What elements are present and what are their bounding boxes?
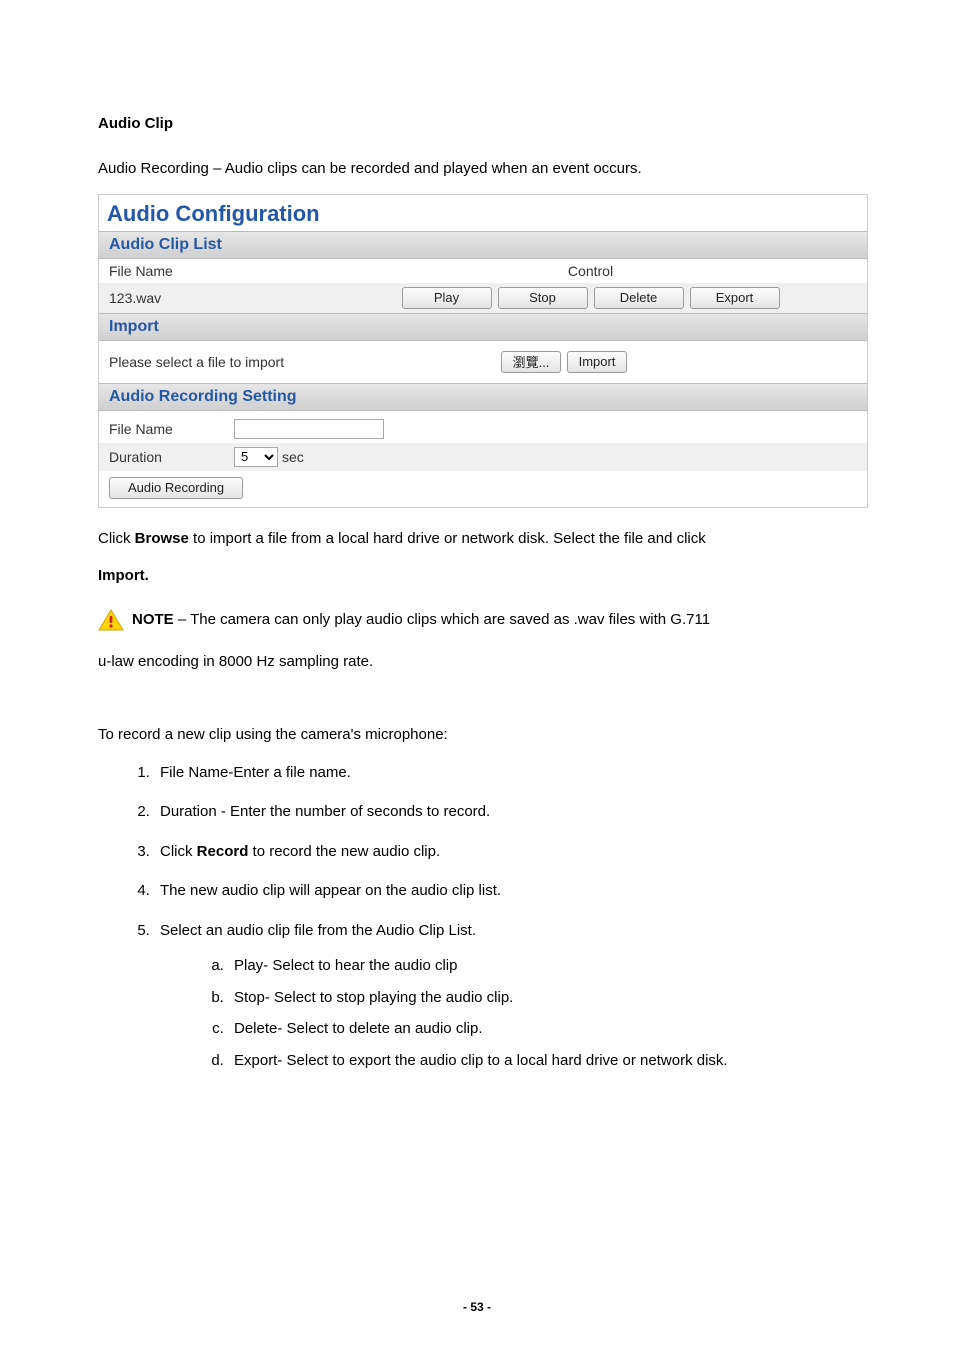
note-label: NOTE [132,611,174,628]
sub-instruction-list: Play- Select to hear the audio clip Stop… [228,953,856,1073]
import-button[interactable]: Import [567,351,627,373]
import-label: Please select a file to import [109,354,419,370]
record-button-row: Audio Recording [99,471,867,507]
recording-filename-input[interactable] [234,419,384,439]
column-filename-header: File Name [109,263,324,279]
bold-record: Record [197,843,249,860]
list-item: File Name-Enter a file name. [154,760,856,786]
column-control-header: Control [324,263,857,279]
record-instructions-intro: To record a new clip using the camera's … [98,722,856,748]
delete-button[interactable]: Delete [594,287,684,309]
section-audio-recording: Audio Recording Setting [99,383,867,411]
text: – The camera can only play audio clips w… [174,611,710,628]
list-item: The new audio clip will appear on the au… [154,878,856,904]
export-button[interactable]: Export [690,287,780,309]
list-item: Delete- Select to delete an audio clip. [228,1016,856,1042]
play-button[interactable]: Play [402,287,492,309]
bold-browse: Browse [135,530,189,547]
duration-unit: sec [282,449,304,465]
import-row: Please select a file to import 瀏覽... Imp… [99,341,867,383]
recording-filename-label: File Name [109,421,234,437]
section-import: Import [99,313,867,341]
list-item: Export- Select to export the audio clip … [228,1048,856,1074]
record-button[interactable]: Audio Recording [109,477,243,499]
clip-list-header: File Name Control [99,259,867,283]
note-row: NOTE – The camera can only play audio cl… [98,609,856,631]
warning-icon [98,609,124,631]
intro-paragraph: Audio Recording – Audio clips can be rec… [98,156,856,182]
section-heading: Audio Clip [98,115,856,132]
stop-button[interactable]: Stop [498,287,588,309]
page-number: - 53 - [0,1300,954,1314]
clip-row: 123.wav Play Stop Delete Export [99,283,867,313]
duration-row: Duration 5 sec [99,443,867,471]
duration-label: Duration [109,449,234,465]
text: Select an audio clip file from the Audio… [160,922,476,939]
text: to record the new audio clip. [248,843,440,860]
audio-config-panel: Audio Configuration Audio Clip List File… [98,194,868,508]
bold-import: Import. [98,567,149,584]
list-item: Play- Select to hear the audio clip [228,953,856,979]
panel-title: Audio Configuration [99,195,867,231]
note-text-line1: NOTE – The camera can only play audio cl… [132,611,710,628]
clip-filename: 123.wav [109,290,324,306]
instruction-browse: Click Browse to import a file from a loc… [98,526,856,552]
browse-button[interactable]: 瀏覽... [501,351,561,373]
list-item: Select an audio clip file from the Audio… [154,918,856,1074]
list-item: Duration - Enter the number of seconds t… [154,799,856,825]
text: Click [160,843,197,860]
recording-filename-row: File Name [99,411,867,443]
text: Click [98,530,135,547]
note-text-line2: u-law encoding in 8000 Hz sampling rate. [98,649,856,675]
duration-select[interactable]: 5 [234,447,278,467]
instruction-list: File Name-Enter a file name. Duration - … [154,760,856,1074]
list-item: Click Record to record the new audio cli… [154,839,856,865]
section-audio-clip-list: Audio Clip List [99,231,867,259]
list-item: Stop- Select to stop playing the audio c… [228,985,856,1011]
instruction-import: Import. [98,563,856,589]
text: to import a file from a local hard drive… [189,530,706,547]
